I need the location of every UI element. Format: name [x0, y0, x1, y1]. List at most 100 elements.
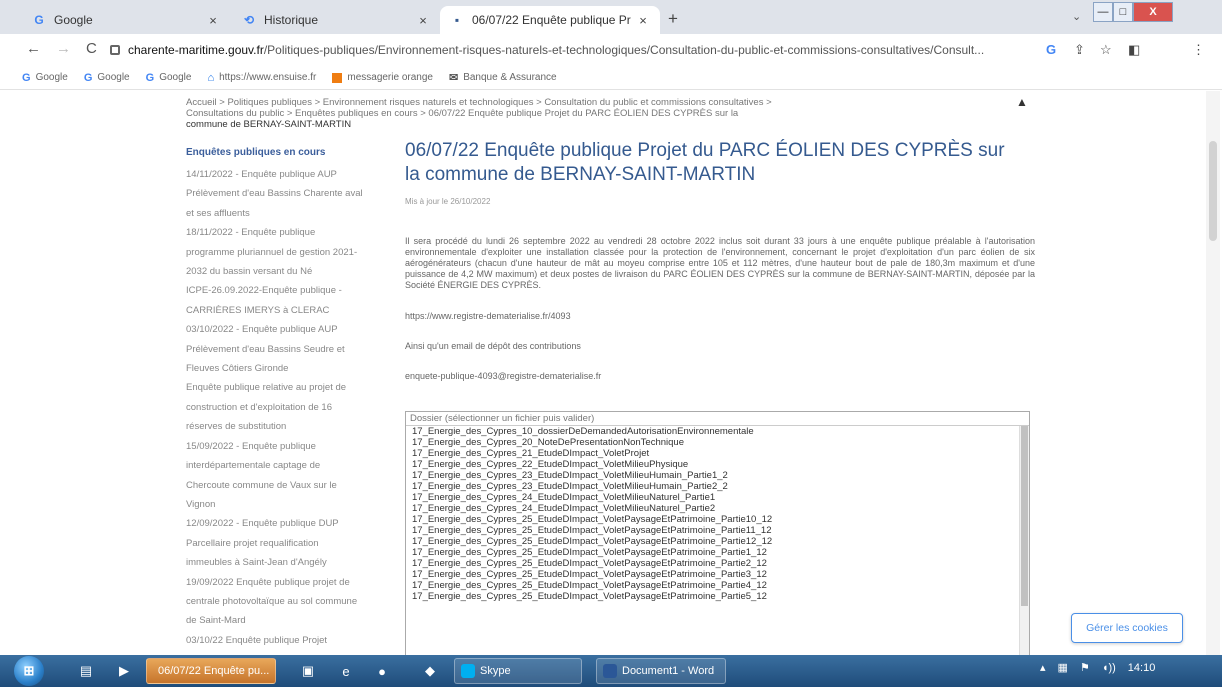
star-icon[interactable]: ☆: [1100, 42, 1112, 58]
volume-icon[interactable]: ◖)): [1102, 662, 1116, 674]
file-option[interactable]: 17_Energie_des_Cypres_25_EtudeDImpact_Vo…: [406, 536, 1029, 547]
tab-enquete-publique[interactable]: ▪ 06/07/22 Enquête publique Pr ×: [440, 6, 660, 34]
file-option[interactable]: 17_Energie_des_Cypres_25_EtudeDImpact_Vo…: [406, 558, 1029, 569]
sidebar-item[interactable]: construction et d'exploitation de 16: [186, 398, 386, 417]
sidepanel-icon[interactable]: ◧: [1128, 42, 1140, 58]
sidebar-item[interactable]: 2032 du bassin versant du Né: [186, 262, 386, 281]
file-option[interactable]: 17_Energie_des_Cypres_21_EtudeDImpact_Vo…: [406, 448, 1029, 459]
breadcrumb-line[interactable]: Accueil > Politiques publiques > Environ…: [186, 97, 856, 108]
sidebar-item[interactable]: interdépartementale captage de: [186, 456, 386, 475]
tab-google[interactable]: G Google ×: [22, 6, 230, 34]
edge-icon[interactable]: e: [336, 661, 356, 681]
file-option[interactable]: 17_Energie_des_Cypres_25_EtudeDImpact_Vo…: [406, 547, 1029, 558]
file-option[interactable]: 17_Energie_des_Cypres_25_EtudeDImpact_Vo…: [406, 569, 1029, 580]
sidebar-item[interactable]: Prélèvement d'eau Bassins Charente aval: [186, 184, 386, 203]
sidebar-item[interactable]: ICPE-26.09.2022-Enquête publique -: [186, 281, 386, 300]
page-scrollbar[interactable]: [1206, 91, 1220, 656]
file-option[interactable]: 17_Energie_des_Cypres_24_EtudeDImpact_Vo…: [406, 503, 1029, 514]
sidebar-item[interactable]: 12/09/2022 - Enquête publique DUP: [186, 514, 386, 533]
close-tab-icon[interactable]: ×: [206, 13, 220, 28]
tray-expand-icon[interactable]: ▴: [1040, 661, 1046, 674]
sidebar-item[interactable]: 15/09/2022 - Enquête publique: [186, 437, 386, 456]
sidebar-item[interactable]: CARRIÈRES IMERYS à CLERAC: [186, 301, 386, 320]
browser-icon[interactable]: ●: [372, 661, 392, 681]
reload-button[interactable]: C: [86, 40, 97, 57]
clock[interactable]: 14:10: [1128, 662, 1156, 674]
tab-historique[interactable]: ⟲ Historique ×: [232, 6, 440, 34]
sidebar-item[interactable]: 03/10/2022 - Enquête publique AUP: [186, 320, 386, 339]
browser-toolbar: ← → C charente-maritime.gouv.fr/Politiqu…: [0, 34, 1222, 66]
close-window-button[interactable]: X: [1133, 2, 1173, 22]
action-center-icon[interactable]: ⚑: [1080, 661, 1090, 674]
sidebar-item[interactable]: Parcellaire projet requalification: [186, 534, 386, 553]
file-option[interactable]: 17_Energie_des_Cypres_23_EtudeDImpact_Vo…: [406, 470, 1029, 481]
home-icon: ⌂: [207, 71, 215, 84]
contribution-email-link[interactable]: enquete-publique-4093@registre-demateria…: [405, 371, 1035, 381]
system-tray: ▴ ▦ ⚑ ◖)) 14:10: [1040, 661, 1167, 675]
sidebar-item[interactable]: Chercoute commune de Vaux sur le: [186, 476, 386, 495]
sidebar-item[interactable]: Prélèvement d'eau Bassins Seudre et: [186, 340, 386, 359]
file-list-scrollbar[interactable]: [1019, 426, 1029, 656]
file-option[interactable]: 17_Energie_des_Cypres_25_EtudeDImpact_Vo…: [406, 591, 1029, 602]
file-option[interactable]: 17_Energie_des_Cypres_10_dossierDeDemand…: [406, 426, 1029, 437]
google-lens-icon[interactable]: G: [1046, 42, 1056, 57]
manage-cookies-button[interactable]: Gérer les cookies: [1071, 613, 1183, 643]
scrollbar-thumb[interactable]: [1209, 141, 1217, 241]
file-option[interactable]: 17_Energie_des_Cypres_25_EtudeDImpact_Vo…: [406, 580, 1029, 591]
scroll-top-icon[interactable]: ▲: [1016, 95, 1028, 109]
taskbar-skype-window[interactable]: Skype: [454, 658, 582, 684]
media-player-icon[interactable]: ▶: [114, 661, 134, 681]
share-icon[interactable]: ⇪: [1074, 42, 1085, 58]
file-option[interactable]: 17_Energie_des_Cypres_24_EtudeDImpact_Vo…: [406, 492, 1029, 503]
network-icon[interactable]: ▦: [1058, 661, 1068, 674]
maximize-button[interactable]: □: [1113, 2, 1133, 22]
minimize-button[interactable]: —: [1093, 2, 1113, 22]
sidebar-item[interactable]: Fleuves Côtiers Gironde: [186, 359, 386, 378]
bookmark-messagerie[interactable]: messagerie orange: [332, 72, 433, 83]
sidebar-item[interactable]: 03/10/22 Enquête publique Projet: [186, 631, 386, 650]
file-option[interactable]: 17_Energie_des_Cypres_25_EtudeDImpact_Vo…: [406, 514, 1029, 525]
file-option[interactable]: 17_Energie_des_Cypres_23_EtudeDImpact_Vo…: [406, 481, 1029, 492]
sidebar-item[interactable]: 19/09/2022 Enquête publique projet de: [186, 573, 386, 592]
updated-date: Mis à jour le 26/10/2022: [405, 197, 491, 206]
sidebar-item[interactable]: centrale photovoltaïque au sol commune: [186, 592, 386, 611]
file-option[interactable]: 17_Energie_des_Cypres_20_NoteDePresentat…: [406, 437, 1029, 448]
registry-link[interactable]: https://www.registre-dematerialise.fr/40…: [405, 311, 1035, 321]
bookmark-google[interactable]: G Google: [146, 72, 192, 84]
file-option[interactable]: 17_Energie_des_Cypres_25_EtudeDImpact_Vo…: [406, 525, 1029, 536]
sidebar-item[interactable]: programme pluriannuel de gestion 2021-: [186, 243, 386, 262]
menu-icon[interactable]: ⋮: [1192, 42, 1205, 58]
close-tab-icon[interactable]: ×: [416, 13, 430, 28]
site-icon: ▪: [454, 13, 460, 27]
sidebar-item[interactable]: de Saint-Mard: [186, 611, 386, 630]
sidebar-item[interactable]: et ses affluents: [186, 204, 386, 223]
bookmark-ensuise[interactable]: ⌂ https://www.ensuise.fr: [207, 72, 316, 84]
main-content: 06/07/22 Enquête publique Projet du PARC…: [405, 139, 1035, 381]
bookmark-google[interactable]: G Google: [22, 72, 68, 84]
close-tab-icon[interactable]: ×: [636, 13, 650, 28]
start-button[interactable]: ⊞: [14, 656, 44, 686]
new-tab-button[interactable]: +: [668, 9, 678, 29]
sidebar-item[interactable]: 14/11/2022 - Enquête publique AUP: [186, 165, 386, 184]
scrollbar-thumb[interactable]: [1021, 426, 1028, 606]
bookmark-google[interactable]: G Google: [84, 72, 130, 84]
bookmark-banque[interactable]: ✉ Banque & Assurance: [449, 71, 557, 84]
sidebar-item[interactable]: immeubles à Saint-Jean d'Angély: [186, 553, 386, 572]
sidebar-item[interactable]: 18/11/2022 - Enquête publique: [186, 223, 386, 242]
folder-icon[interactable]: ▣: [298, 661, 318, 681]
file-option[interactable]: 17_Energie_des_Cypres_22_EtudeDImpact_Vo…: [406, 459, 1029, 470]
breadcrumb-line[interactable]: Consultations du public > Enquêtes publi…: [186, 108, 856, 119]
address-bar[interactable]: charente-maritime.gouv.fr/Politiques-pub…: [110, 38, 1030, 62]
sidebar-item[interactable]: Enquête publique relative au projet de: [186, 378, 386, 397]
chevron-down-icon[interactable]: ⌄: [1072, 10, 1081, 23]
sidebar-item[interactable]: Vignon: [186, 495, 386, 514]
sidebar-item[interactable]: réserves de substitution: [186, 417, 386, 436]
app-icon[interactable]: ◆: [420, 661, 440, 681]
taskbar-word-window[interactable]: Document1 - Word: [596, 658, 726, 684]
file-select-list[interactable]: Dossier (sélectionner un fichier puis va…: [405, 411, 1030, 656]
back-button[interactable]: ←: [26, 40, 41, 57]
taskbar-chrome-window[interactable]: 06/07/22 Enquête pu...: [146, 658, 276, 684]
tab-label: Google: [54, 13, 93, 27]
explorer-icon[interactable]: ▤: [76, 661, 96, 681]
forward-button[interactable]: →: [56, 40, 71, 57]
